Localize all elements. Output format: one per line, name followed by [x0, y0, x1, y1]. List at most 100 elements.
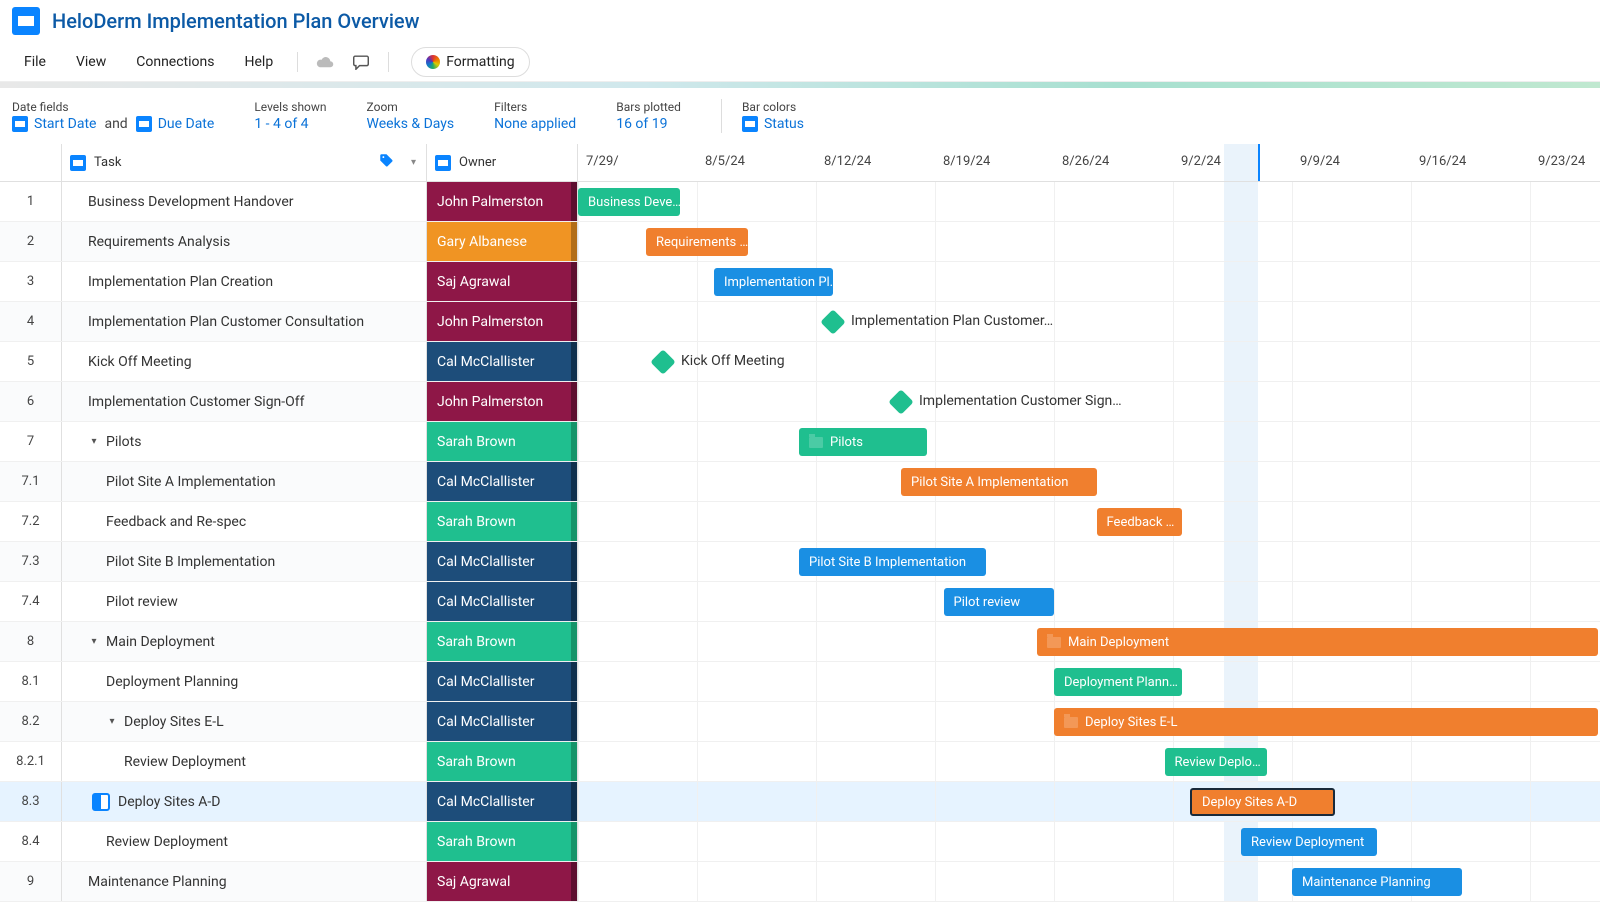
table-row[interactable]: 9Maintenance PlanningSaj AgrawalMaintena… [0, 862, 1600, 902]
gantt-bar[interactable]: Deployment Plann… [1054, 668, 1182, 696]
timeline-header[interactable]: 7/29/8/5/248/12/248/19/248/26/249/2/249/… [578, 144, 1600, 181]
expand-toggle-icon[interactable]: ▾ [88, 436, 100, 448]
gantt-cell[interactable]: Deploy Sites A-D [578, 782, 1600, 821]
owner-cell[interactable]: Sarah Brown [427, 502, 578, 541]
task-cell[interactable]: Feedback and Re-spec [62, 502, 427, 541]
owner-cell[interactable]: Sarah Brown [427, 742, 578, 781]
milestone-diamond-icon[interactable] [650, 349, 675, 374]
expand-toggle-icon[interactable]: ▾ [106, 716, 118, 728]
table-row[interactable]: 7▾PilotsSarah BrownPilots [0, 422, 1600, 462]
gantt-bar[interactable]: Requirements … [646, 228, 748, 256]
config-bars-plotted[interactable]: Bars plotted 16 of 19 [616, 100, 681, 132]
gantt-bar[interactable]: Pilot Site A Implementation [901, 468, 1097, 496]
menu-help[interactable]: Help [233, 48, 286, 76]
owner-cell[interactable]: Sarah Brown [427, 822, 578, 861]
gantt-cell[interactable]: Pilot Site B Implementation [578, 542, 1600, 581]
table-row[interactable]: 5Kick Off MeetingCal McClallisterKick Of… [0, 342, 1600, 382]
table-row[interactable]: 8.4Review DeploymentSarah BrownReview De… [0, 822, 1600, 862]
config-bar-colors[interactable]: Bar colors Status [742, 100, 804, 132]
cloud-icon[interactable] [310, 47, 340, 77]
gantt-cell[interactable]: Pilot review [578, 582, 1600, 621]
task-cell[interactable]: ▾Deploy Sites E-L [62, 702, 427, 741]
gantt-bar[interactable]: Business Deve… [578, 188, 680, 216]
gantt-bar[interactable]: Feedback … [1097, 508, 1182, 536]
owner-cell[interactable]: Cal McClallister [427, 782, 578, 821]
task-cell[interactable]: Review Deployment [62, 822, 427, 861]
gantt-cell[interactable]: Implementation Pl… [578, 262, 1600, 301]
col-task-header[interactable]: Task ▾ [62, 144, 427, 181]
gantt-bar[interactable]: Deploy Sites A-D [1190, 788, 1335, 816]
table-row[interactable]: 7.3Pilot Site B ImplementationCal McClal… [0, 542, 1600, 582]
owner-cell[interactable]: Sarah Brown [427, 422, 578, 461]
formatting-button[interactable]: Formatting [411, 47, 529, 77]
gantt-bar[interactable]: Implementation Pl… [714, 268, 833, 296]
table-row[interactable]: 7.2Feedback and Re-specSarah BrownFeedba… [0, 502, 1600, 542]
gantt-bar[interactable]: Main Deployment [1037, 628, 1598, 656]
table-row[interactable]: 8.3Deploy Sites A-DCal McClallisterDeplo… [0, 782, 1600, 822]
table-row[interactable]: 8▾Main DeploymentSarah BrownMain Deploym… [0, 622, 1600, 662]
task-cell[interactable]: Implementation Plan Customer Consultatio… [62, 302, 427, 341]
task-cell[interactable]: Pilot Site B Implementation [62, 542, 427, 581]
menu-view[interactable]: View [64, 48, 118, 76]
chevron-down-icon[interactable]: ▾ [411, 157, 416, 168]
gantt-bar[interactable]: Pilot review [944, 588, 1055, 616]
task-cell[interactable]: Business Development Handover [62, 182, 427, 221]
menu-connections[interactable]: Connections [124, 48, 226, 76]
config-date-fields[interactable]: Date fields Start Date and Due Date [12, 100, 214, 132]
config-levels[interactable]: Levels shown 1 - 4 of 4 [254, 100, 326, 132]
gantt-cell[interactable]: Pilots [578, 422, 1600, 461]
task-cell[interactable]: Deploy Sites A-D [62, 782, 427, 821]
owner-cell[interactable]: Cal McClallister [427, 702, 578, 741]
table-row[interactable]: 2Requirements AnalysisGary AlbaneseRequi… [0, 222, 1600, 262]
table-row[interactable]: 8.2▾Deploy Sites E-LCal McClallisterDepl… [0, 702, 1600, 742]
gantt-bar[interactable]: Pilot Site B Implementation [799, 548, 986, 576]
owner-cell[interactable]: Cal McClallister [427, 582, 578, 621]
owner-cell[interactable]: Gary Albanese [427, 222, 578, 261]
gantt-cell[interactable]: Business Deve… [578, 182, 1600, 221]
task-cell[interactable]: Deployment Planning [62, 662, 427, 701]
owner-cell[interactable]: Cal McClallister [427, 542, 578, 581]
table-row[interactable]: 1Business Development HandoverJohn Palme… [0, 182, 1600, 222]
gantt-bar[interactable]: Review Deployment [1241, 828, 1377, 856]
gantt-cell[interactable]: Maintenance Planning [578, 862, 1600, 901]
gantt-cell[interactable]: Review Deplo… [578, 742, 1600, 781]
milestone-diamond-icon[interactable] [888, 389, 913, 414]
task-cell[interactable]: Pilot review [62, 582, 427, 621]
task-cell[interactable]: Kick Off Meeting [62, 342, 427, 381]
owner-cell[interactable]: John Palmerston [427, 302, 578, 341]
table-row[interactable]: 7.4Pilot reviewCal McClallisterPilot rev… [0, 582, 1600, 622]
gantt-cell[interactable]: Pilot Site A Implementation [578, 462, 1600, 501]
task-cell[interactable]: Implementation Plan Creation [62, 262, 427, 301]
task-cell[interactable]: Review Deployment [62, 742, 427, 781]
gantt-cell[interactable]: Kick Off Meeting [578, 342, 1600, 381]
table-row[interactable]: 8.1Deployment PlanningCal McClallisterDe… [0, 662, 1600, 702]
gantt-cell[interactable]: Review Deployment [578, 822, 1600, 861]
gantt-bar[interactable]: Pilots [799, 428, 927, 456]
tag-icon[interactable] [379, 153, 394, 172]
gantt-bar[interactable]: Review Deplo… [1165, 748, 1267, 776]
owner-cell[interactable]: Saj Agrawal [427, 862, 578, 901]
gantt-bar[interactable]: Deploy Sites E-L [1054, 708, 1598, 736]
gantt-cell[interactable]: Deployment Plann… [578, 662, 1600, 701]
owner-cell[interactable]: Cal McClallister [427, 462, 578, 501]
owner-cell[interactable]: John Palmerston [427, 182, 578, 221]
gantt-cell[interactable]: Implementation Plan Customer… [578, 302, 1600, 341]
task-cell[interactable]: ▾Main Deployment [62, 622, 427, 661]
config-filters[interactable]: Filters None applied [494, 100, 576, 132]
owner-cell[interactable]: Sarah Brown [427, 622, 578, 661]
table-row[interactable]: 8.2.1Review DeploymentSarah BrownReview … [0, 742, 1600, 782]
milestone-diamond-icon[interactable] [820, 309, 845, 334]
owner-cell[interactable]: Saj Agrawal [427, 262, 578, 301]
task-cell[interactable]: ▾Pilots [62, 422, 427, 461]
owner-cell[interactable]: John Palmerston [427, 382, 578, 421]
col-owner-header[interactable]: Owner [427, 144, 578, 181]
gantt-bar[interactable]: Maintenance Planning [1292, 868, 1462, 896]
table-row[interactable]: 4Implementation Plan Customer Consultati… [0, 302, 1600, 342]
task-cell[interactable]: Pilot Site A Implementation [62, 462, 427, 501]
gantt-cell[interactable]: Requirements … [578, 222, 1600, 261]
table-row[interactable]: 6Implementation Customer Sign-OffJohn Pa… [0, 382, 1600, 422]
task-cell[interactable]: Maintenance Planning [62, 862, 427, 901]
config-zoom[interactable]: Zoom Weeks & Days [367, 100, 455, 132]
expand-toggle-icon[interactable]: ▾ [88, 636, 100, 648]
gantt-cell[interactable]: Main Deployment [578, 622, 1600, 661]
